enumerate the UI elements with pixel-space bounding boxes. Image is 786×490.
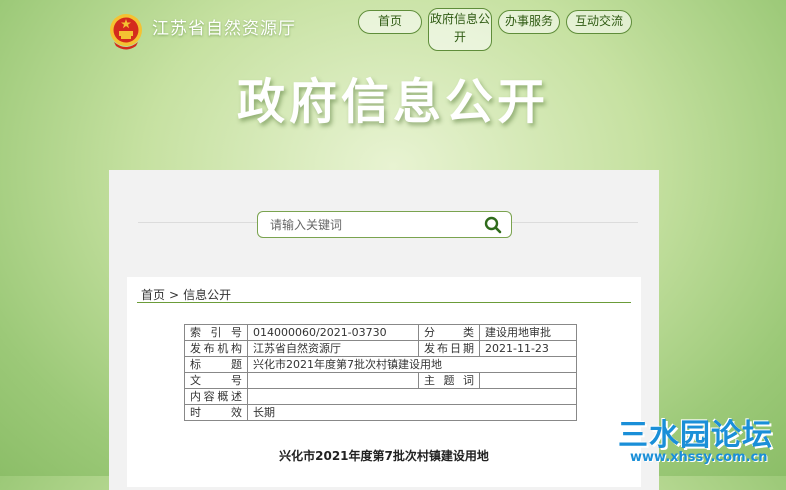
search-box bbox=[257, 211, 512, 238]
category-label: 分类 bbox=[418, 324, 480, 341]
summary-label: 内容概述 bbox=[184, 388, 248, 405]
breadcrumb-separator: > bbox=[169, 288, 180, 302]
table-row: 内容概述 bbox=[184, 388, 577, 405]
banner-title: 政府信息公开 bbox=[236, 74, 549, 130]
title-value: 兴化市2021年度第7批次村镇建设用地 bbox=[247, 356, 577, 373]
breadcrumb-current[interactable]: 信息公开 bbox=[183, 288, 231, 302]
metadata-table: 索引号 014000060/2021-03730 分类 建设用地审批 发布机构 … bbox=[184, 324, 577, 421]
table-row: 发布机构 江苏省自然资源厅 发布日期 2021-11-23 bbox=[184, 340, 577, 357]
nav-gov-info-public-line2: 开 bbox=[453, 30, 466, 44]
summary-value bbox=[247, 388, 577, 405]
docno-value bbox=[247, 372, 419, 389]
table-row: 标题 兴化市2021年度第7批次村镇建设用地 bbox=[184, 356, 577, 373]
category-value: 建设用地审批 bbox=[479, 324, 577, 341]
validity-value: 长期 bbox=[247, 404, 577, 421]
breadcrumb-home[interactable]: 首页 bbox=[141, 288, 165, 302]
nav-gov-info-public-line1: 政府信息公 bbox=[429, 12, 490, 26]
nav-services[interactable]: 办事服务 bbox=[498, 10, 560, 34]
date-value: 2021-11-23 bbox=[479, 340, 577, 357]
index-value: 014000060/2021-03730 bbox=[247, 324, 419, 341]
site-header: 江苏省自然资源厅 首页 政府信息公 开 办事服务 互动交流 bbox=[0, 0, 786, 60]
breadcrumb: 首页 > 信息公开 bbox=[141, 286, 231, 303]
docno-label: 文号 bbox=[184, 372, 248, 389]
nav-interaction[interactable]: 互动交流 bbox=[566, 10, 632, 34]
table-row: 时效 长期 bbox=[184, 404, 577, 421]
search-input[interactable] bbox=[268, 215, 472, 235]
info-card: 首页 > 信息公开 索引号 014000060/2021-03730 分类 建设用地… bbox=[127, 277, 641, 487]
site-title[interactable]: 江苏省自然资源厅 bbox=[152, 14, 296, 39]
nav-home[interactable]: 首页 bbox=[358, 10, 422, 34]
table-row: 文号 主题词 bbox=[184, 372, 577, 389]
topic-value bbox=[479, 372, 577, 389]
topic-label: 主题词 bbox=[418, 372, 480, 389]
watermark-logo-text: 三水园论坛 bbox=[618, 418, 773, 453]
title-label: 标题 bbox=[184, 356, 248, 373]
watermark: 三水园论坛 www.xhssy.com.cn bbox=[614, 410, 786, 476]
breadcrumb-divider bbox=[137, 302, 631, 303]
national-emblem-icon[interactable] bbox=[108, 12, 144, 50]
table-row: 索引号 014000060/2021-03730 分类 建设用地审批 bbox=[184, 324, 577, 341]
document-title: 兴化市2021年度第7批次村镇建设用地 bbox=[279, 449, 489, 463]
nav-gov-info-public[interactable]: 政府信息公 开 bbox=[428, 8, 492, 51]
publisher-label: 发布机构 bbox=[184, 340, 248, 357]
validity-label: 时效 bbox=[184, 404, 248, 421]
publisher-value: 江苏省自然资源厅 bbox=[247, 340, 419, 357]
date-label: 发布日期 bbox=[418, 340, 480, 357]
watermark-url: www.xhssy.com.cn bbox=[630, 450, 768, 465]
index-label: 索引号 bbox=[184, 324, 248, 341]
search-icon[interactable] bbox=[483, 215, 503, 235]
